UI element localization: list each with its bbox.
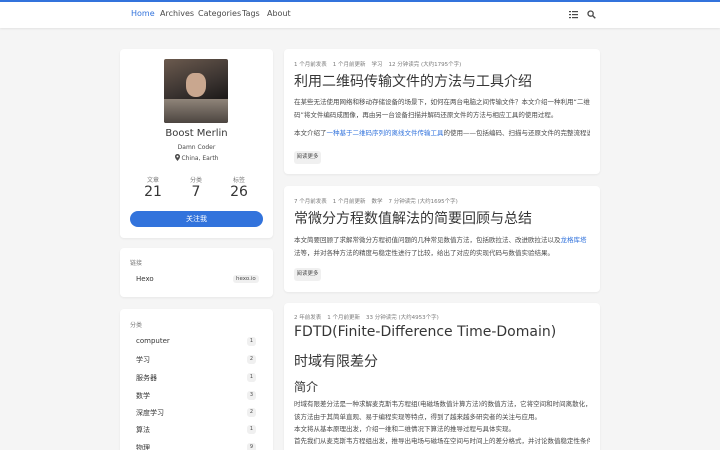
post-reading-time: 12 分钟读完 (大约1795个字) [388, 62, 462, 68]
links-card: 链接 Hexo hexo.io [120, 248, 273, 297]
post-heading: 时域有限差分 [294, 354, 378, 370]
stat-value-categories[interactable]: 7 [176, 184, 216, 200]
list-icon[interactable] [569, 10, 578, 22]
read-more-button[interactable]: 阅读更多 [294, 151, 321, 164]
stat-value-posts[interactable]: 21 [133, 184, 173, 200]
post-excerpt: 本文介绍了一种基于二维码序列的离线文件传输工具的使用——包括编码、扫描与还原文件… [294, 129, 590, 137]
post-meta: 7 个月前发表 1 个月前更新 数学 7 分钟读完 (大约1695个字) [294, 197, 464, 205]
post-inline-link[interactable]: 龙格库塔 [561, 236, 587, 244]
stat-label-posts: 文章 [146, 177, 159, 184]
post-card: 1 个月前发表 1 个月前更新 学习 12 分钟读完 (大约1795个字) 利用二维码… [284, 49, 600, 174]
post-subheading: 简介 [294, 380, 319, 394]
post-title[interactable]: FDTD(Finite-Difference Time-Domain) [294, 324, 556, 340]
post-updated: 1 个月前更新 [332, 199, 366, 205]
category-count: 2 [247, 355, 256, 364]
post-category[interactable]: 学习 [372, 62, 383, 68]
post-card: 7 个月前发表 1 个月前更新 数学 7 分钟读完 (大约1695个字) 常微分方程数… [284, 186, 600, 292]
profile-name: Boost Merlin [165, 128, 228, 139]
post-meta: 2 年前发表 1 个月前更新 33 分钟读完 (大约4953个字) [294, 313, 445, 321]
post-category[interactable]: 数学 [372, 199, 383, 205]
post-body-line: 首先我们从麦克斯韦方程组出发，推导出电场与磁场在空间与时间上的差分格式，并讨论数… [294, 437, 590, 445]
post-meta: 1 个月前发表 1 个月前更新 学习 12 分钟读完 (大约1795个字) [294, 60, 467, 68]
category-item[interactable]: 服务器 [136, 373, 157, 383]
nav-archives[interactable]: Archives [160, 9, 194, 18]
top-navbar: Home Archives Categories Tags About [0, 0, 720, 28]
post-title[interactable]: 常微分方程数值解法的简要回顾与总结 [294, 208, 532, 228]
category-item[interactable]: 算法 [136, 425, 150, 435]
post-excerpt: 在某些无法使用网络和移动存储设备的场景下，如何在两台电脑之间传输文件？本文介绍一… [294, 98, 590, 119]
post-title[interactable]: 利用二维码传输文件的方法与工具介绍 [294, 71, 532, 91]
categories-card: 分类 computer 1 学习 2 服务器 1 数学 3 深度学习 2 算法 … [120, 309, 273, 450]
category-item[interactable]: 学习 [136, 355, 150, 365]
post-date: 7 个月前发表 [294, 199, 327, 205]
location-text: China, Earth [181, 155, 219, 162]
stat-label-categories: 分类 [189, 177, 202, 184]
nav-about[interactable]: About [267, 9, 291, 18]
category-item[interactable]: 深度学习 [136, 408, 164, 418]
post-updated: 1 个月前更新 [332, 62, 366, 68]
follow-button[interactable]: 关注我 [130, 211, 263, 227]
post-reading-time: 7 分钟读完 (大约1695个字) [388, 199, 458, 205]
search-icon[interactable] [587, 10, 596, 22]
category-count: 1 [247, 337, 256, 346]
read-more-button[interactable]: 阅读更多 [294, 268, 321, 281]
post-date: 1 个月前发表 [294, 62, 327, 68]
link-url-badge: hexo.io [233, 275, 259, 283]
post-excerpt: 本文简要回顾了求解常微分方程初值问题的几种常见数值方法，包括欧拉法、改进欧拉法以… [294, 236, 587, 257]
avatar [164, 59, 228, 123]
category-item[interactable]: computer [136, 337, 170, 345]
profile-tagline: Damn Coder [177, 144, 216, 151]
nav-tags[interactable]: Tags [242, 9, 260, 18]
stat-label-tags: 标签 [232, 177, 245, 184]
nav-categories[interactable]: Categories [198, 9, 241, 18]
post-card: 2 年前发表 1 个月前更新 33 分钟读完 (大约4953个字) FDTD(Fin… [284, 303, 600, 450]
post-date: 2 年前发表 [294, 315, 322, 321]
map-marker-icon [174, 154, 180, 161]
profile-card: Boost Merlin Damn Coder China, Earth 文章 … [120, 49, 273, 238]
link-hexo[interactable]: Hexo [136, 275, 154, 283]
post-inline-link[interactable]: 一种基于二维码序列的离线文件传输工具 [327, 129, 444, 137]
post-body-line: 时域有限差分法是一种求解麦克斯韦方程组(电磁场数值计算方法)的数值方法，它将空间… [294, 400, 590, 408]
nav-home[interactable]: Home [131, 9, 155, 18]
links-heading: 链接 [130, 260, 143, 267]
category-count: 2 [247, 408, 256, 417]
post-reading-time: 33 分钟读完 (大约4953个字) [366, 315, 439, 321]
categories-heading: 分类 [130, 322, 143, 329]
category-item[interactable]: 数学 [136, 391, 150, 401]
profile-location: China, Earth [120, 154, 273, 162]
category-count: 1 [247, 373, 256, 382]
category-count: 9 [247, 443, 256, 450]
post-updated: 1 个月前更新 [327, 315, 360, 321]
category-count: 1 [247, 425, 256, 434]
category-item[interactable]: 物理 [136, 443, 150, 450]
category-count: 3 [247, 391, 256, 400]
stat-value-tags[interactable]: 26 [219, 184, 259, 200]
